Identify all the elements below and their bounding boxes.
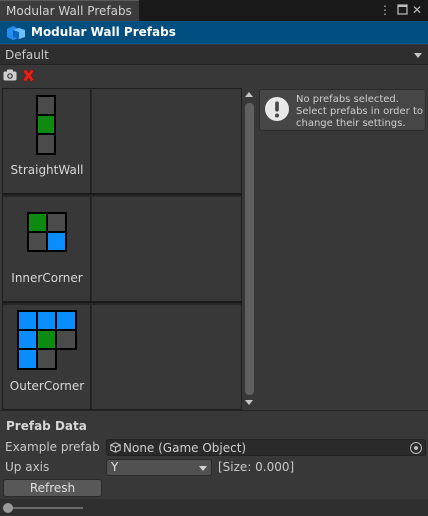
prefab-list[interactable]: StraightWall InnerCorner OuterCorner <box>2 88 242 410</box>
scroll-down-icon[interactable] <box>245 400 253 405</box>
maximize-icon[interactable] <box>395 2 409 18</box>
size-readout: [Size: 0.000] <box>218 460 295 474</box>
zoom-slider-knob[interactable] <box>3 503 13 513</box>
prefab-cube-icon <box>6 25 26 43</box>
list-item-empty <box>92 305 241 409</box>
window-title: Modular Wall Prefabs <box>31 25 176 39</box>
zoom-slider-track[interactable] <box>9 507 83 509</box>
prefab-tile-outercorner[interactable]: OuterCorner <box>3 305 91 409</box>
camera-icon[interactable] <box>3 69 17 84</box>
red-x-icon[interactable] <box>21 68 36 86</box>
scroll-up-icon[interactable] <box>245 92 253 97</box>
scrollbar-thumb[interactable] <box>245 103 254 395</box>
up-axis-label: Up axis <box>5 460 50 474</box>
chevron-down-icon <box>199 466 207 471</box>
close-icon[interactable]: ✕ <box>410 2 424 18</box>
warning-icon <box>263 95 291 126</box>
up-axis-value: Y <box>111 460 119 474</box>
list-item: StraightWall <box>3 89 241 195</box>
gameobject-icon <box>110 442 121 456</box>
outer-corner-thumbnail <box>17 310 77 370</box>
prefab-tile-straightwall[interactable]: StraightWall <box>3 89 91 193</box>
info-text: No prefabs selected. Select prefabs in o… <box>296 94 423 129</box>
object-picker-icon[interactable] <box>410 442 422 454</box>
refresh-button[interactable]: Refresh <box>3 479 102 497</box>
list-item-empty <box>92 197 241 301</box>
toolbar <box>0 66 428 86</box>
example-prefab-value: None (Game Object) <box>123 441 247 455</box>
prefab-name: InnerCorner <box>11 271 83 285</box>
bottom-bar <box>0 499 428 516</box>
palette-dropdown-value: Default <box>5 48 49 62</box>
list-item-empty <box>92 89 241 193</box>
palette-dropdown[interactable]: Default <box>0 45 428 65</box>
example-prefab-label: Example prefab <box>5 440 100 454</box>
inner-corner-thumbnail <box>27 212 67 252</box>
section-title: Prefab Data <box>6 419 87 433</box>
tab-bar: Modular Wall Prefabs ⋮ ✕ <box>0 0 428 21</box>
prefab-name: StraightWall <box>10 163 84 177</box>
window-tab-label: Modular Wall Prefabs <box>6 4 132 18</box>
prefab-name: OuterCorner <box>9 379 85 393</box>
up-axis-select[interactable]: Y <box>106 459 212 476</box>
section-divider <box>0 410 428 411</box>
chevron-down-icon <box>414 53 422 58</box>
list-item: OuterCorner <box>3 305 241 409</box>
example-prefab-field[interactable]: None (Game Object) <box>106 439 426 456</box>
kebab-menu-icon[interactable]: ⋮ <box>378 2 392 18</box>
prefab-tile-innercorner[interactable]: InnerCorner <box>3 197 91 301</box>
straight-wall-thumbnail <box>36 95 56 155</box>
vertical-scrollbar[interactable] <box>243 88 256 410</box>
info-message: No prefabs selected. Select prefabs in o… <box>259 89 426 131</box>
window-tab[interactable]: Modular Wall Prefabs <box>0 0 139 21</box>
list-item: InnerCorner <box>3 197 241 303</box>
window-header: Modular Wall Prefabs <box>0 21 428 44</box>
